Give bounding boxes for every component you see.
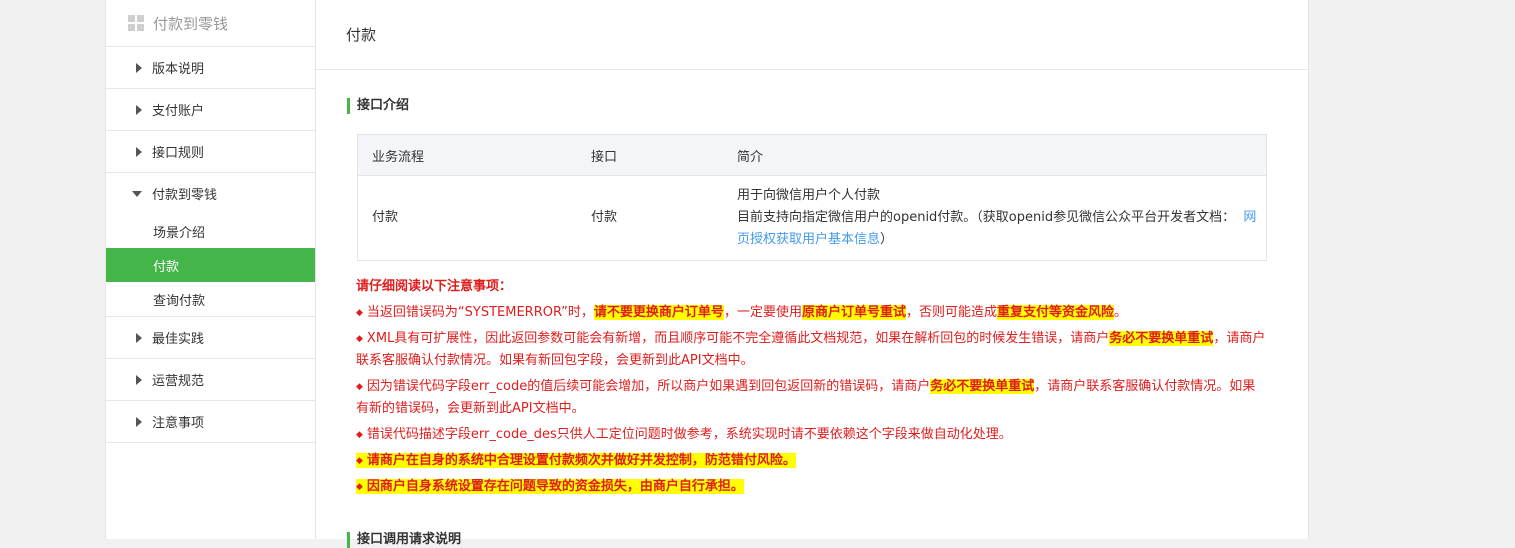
section-title-request: 接口调用请求说明 (347, 532, 461, 548)
note-item: ◆ 因为错误代码字段err_code的值后续可能会增加，所以商户如果遇到回包返回新… (356, 376, 1266, 420)
table-row: 付款 付款 用于向微信用户个人付款 目前支持向指定微信用户的openid付款。（… (357, 175, 1267, 261)
sidebar-item-label: 最佳实践 (152, 332, 205, 347)
note-text: 当返回错误码为“SYSTEMERROR”时， (366, 305, 594, 320)
diamond-bullet-icon: ◆ (356, 334, 363, 344)
diamond-bullet-icon: ◆ (356, 430, 363, 440)
note-text: 因为错误代码字段err_code的值后续可能会增加，所以商户如果遇到回包返回新的… (366, 379, 931, 394)
section-title-api-intro: 接口介绍 (347, 98, 409, 114)
desc-text: 目前支持向指定微信用户的openid付款。（获取openid参见微信公众平台开发… (737, 210, 1236, 225)
sidebar-item-label: 版本说明 (152, 62, 205, 77)
caret-right-icon (136, 374, 142, 385)
column-header: 简介 (723, 134, 1267, 176)
caret-right-icon (136, 416, 142, 427)
sidebar-item-label: 接口规则 (152, 146, 205, 161)
sidebar-item-payment-account[interactable]: 支付账户 (106, 89, 315, 131)
caret-right-icon (136, 146, 142, 157)
grid-icon (128, 15, 144, 31)
note-item: ◆ 当返回错误码为“SYSTEMERROR”时，请不要更换商户订单号，一定要使用原… (356, 302, 1266, 324)
sidebar-item-api-rules[interactable]: 接口规则 (106, 131, 315, 173)
caret-right-icon (136, 104, 142, 115)
note-highlight: 请不要更换商户订单号 (593, 305, 724, 320)
column-header: 接口 (577, 134, 723, 176)
main-content: 付款 接口介绍 业务流程 接口 简介 付款 付款 用于向微信用户个人付款 目前支… (316, 0, 1308, 548)
sidebar-subitem-query-payment[interactable]: 查询付款 (106, 282, 315, 317)
sidebar-group-label: 付款到零钱 (152, 188, 218, 203)
note-highlight: 务必不要换单重试 (930, 379, 1035, 394)
table-cell-api: 付款 (577, 175, 723, 261)
sidebar-subitem-label: 场景介绍 (153, 225, 206, 241)
caret-right-icon (136, 62, 142, 73)
note-item: ◆ XML具有可扩展性，因此返回参数可能会有新增，而且顺序可能不完全遵循此文档规范… (356, 328, 1266, 372)
diamond-bullet-icon: ◆ (356, 456, 363, 466)
sidebar-subitem-label: 付款 (153, 259, 180, 275)
table-cell-desc: 用于向微信用户个人付款 目前支持向指定微信用户的openid付款。（获取open… (723, 175, 1267, 261)
sidebar-item-label: 运营规范 (152, 374, 205, 389)
note-highlight: 重复支付等资金风险 (996, 305, 1114, 320)
note-highlight: 原商户订单号重试 (801, 305, 906, 320)
note-text: XML具有可扩展性，因此返回参数可能会有新增，而且顺序可能不完全遵循此文档规范，… (366, 331, 1110, 346)
diamond-bullet-icon: ◆ (356, 482, 363, 492)
sidebar-item-notes[interactable]: 注意事项 (106, 401, 315, 443)
sidebar-subitem-label: 查询付款 (153, 293, 206, 309)
note-text: 因商户自身系统设置存在问题导致的资金损失，由商户自行承担。 (366, 479, 744, 494)
sidebar-subitem-payment[interactable]: 付款 (106, 248, 315, 282)
note-item: ◆ 错误代码描述字段err_code_des只供人工定位问题时做参考，系统实现时请… (356, 424, 1266, 446)
caret-right-icon (136, 332, 142, 343)
note-highlight-row: ◆ 请商户在自身的系统中合理设置付款频次并做好并发控制，防范错付风险。 (356, 453, 796, 468)
sidebar-item-label: 支付账户 (152, 104, 205, 119)
page-frame: 付款到零钱 版本说明 支付账户 接口规则 付款到零钱 场景介绍 付款 查询付款 (105, 0, 1309, 548)
note-text: ，一定要使用 (723, 305, 802, 320)
column-header: 业务流程 (357, 134, 577, 176)
note-item: ◆ 请商户在自身的系统中合理设置付款频次并做好并发控制，防范错付风险。 (356, 450, 1266, 472)
api-table: 业务流程 接口 简介 付款 付款 用于向微信用户个人付款 目前支持向指定微信用户… (357, 134, 1267, 261)
sidebar-item-operation-rules[interactable]: 运营规范 (106, 359, 315, 401)
sidebar: 付款到零钱 版本说明 支付账户 接口规则 付款到零钱 场景介绍 付款 查询付款 (106, 0, 316, 539)
desc-line: 目前支持向指定微信用户的openid付款。（获取openid参见微信公众平台开发… (737, 207, 1265, 251)
sidebar-header: 付款到零钱 (106, 0, 315, 47)
note-text: 。 (1114, 305, 1128, 320)
desc-tail: ） (880, 232, 894, 247)
sidebar-item-label: 注意事项 (152, 416, 205, 431)
note-text: 请商户在自身的系统中合理设置付款频次并做好并发控制，防范错付风险。 (366, 453, 796, 468)
note-text: ，否则可能造成 (905, 305, 997, 320)
note-item: ◆ 因商户自身系统设置存在问题导致的资金损失，由商户自行承担。 (356, 476, 1266, 498)
note-text: 错误代码描述字段err_code_des只供人工定位问题时做参考，系统实现时请不… (366, 427, 1012, 442)
notes-heading: 请仔细阅读以下注意事项： (356, 279, 513, 294)
caret-down-icon (132, 190, 142, 197)
page-title: 付款 (316, 0, 1308, 70)
sidebar-item-version-notes[interactable]: 版本说明 (106, 47, 315, 89)
note-highlight-row: ◆ 因商户自身系统设置存在问题导致的资金损失，由商户自行承担。 (356, 479, 744, 494)
sidebar-header-label: 付款到零钱 (153, 14, 229, 33)
diamond-bullet-icon: ◆ (356, 382, 363, 392)
note-highlight: 务必不要换单重试 (1109, 331, 1214, 346)
table-cell-flow: 付款 (357, 175, 577, 261)
sidebar-subitem-scenario[interactable]: 场景介绍 (106, 214, 315, 248)
diamond-bullet-icon: ◆ (356, 308, 363, 318)
notes-block: 请仔细阅读以下注意事项： ◆ 当返回错误码为“SYSTEMERROR”时，请不要更… (356, 276, 1266, 502)
sidebar-group-pay-to-change[interactable]: 付款到零钱 (106, 173, 315, 214)
desc-line: 用于向微信用户个人付款 (737, 188, 881, 203)
table-header-row: 业务流程 接口 简介 (357, 134, 1267, 176)
sidebar-item-best-practice[interactable]: 最佳实践 (106, 317, 315, 359)
